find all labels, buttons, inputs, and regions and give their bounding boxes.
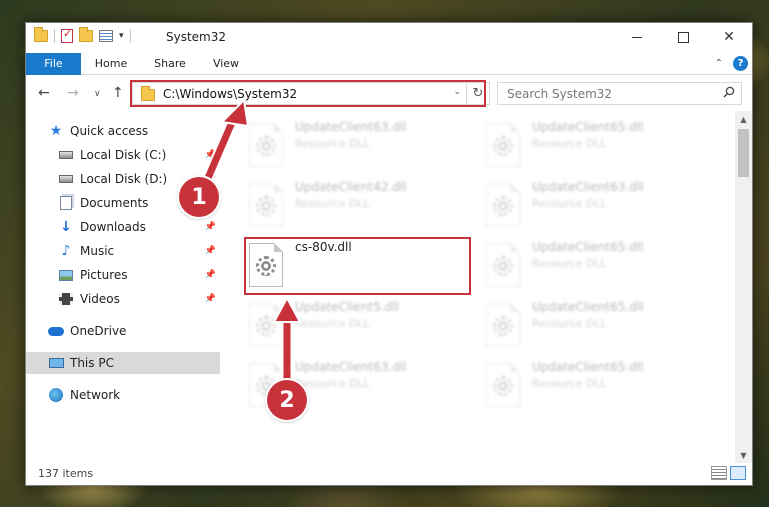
step-1-badge: 1 — [179, 177, 219, 217]
annotation-arrows — [199, 97, 302, 384]
arrow-1 — [201, 116, 237, 189]
arrow-2-head — [272, 295, 302, 323]
step-2-badge: 2 — [267, 380, 307, 420]
arrow-1-head — [219, 97, 250, 128]
